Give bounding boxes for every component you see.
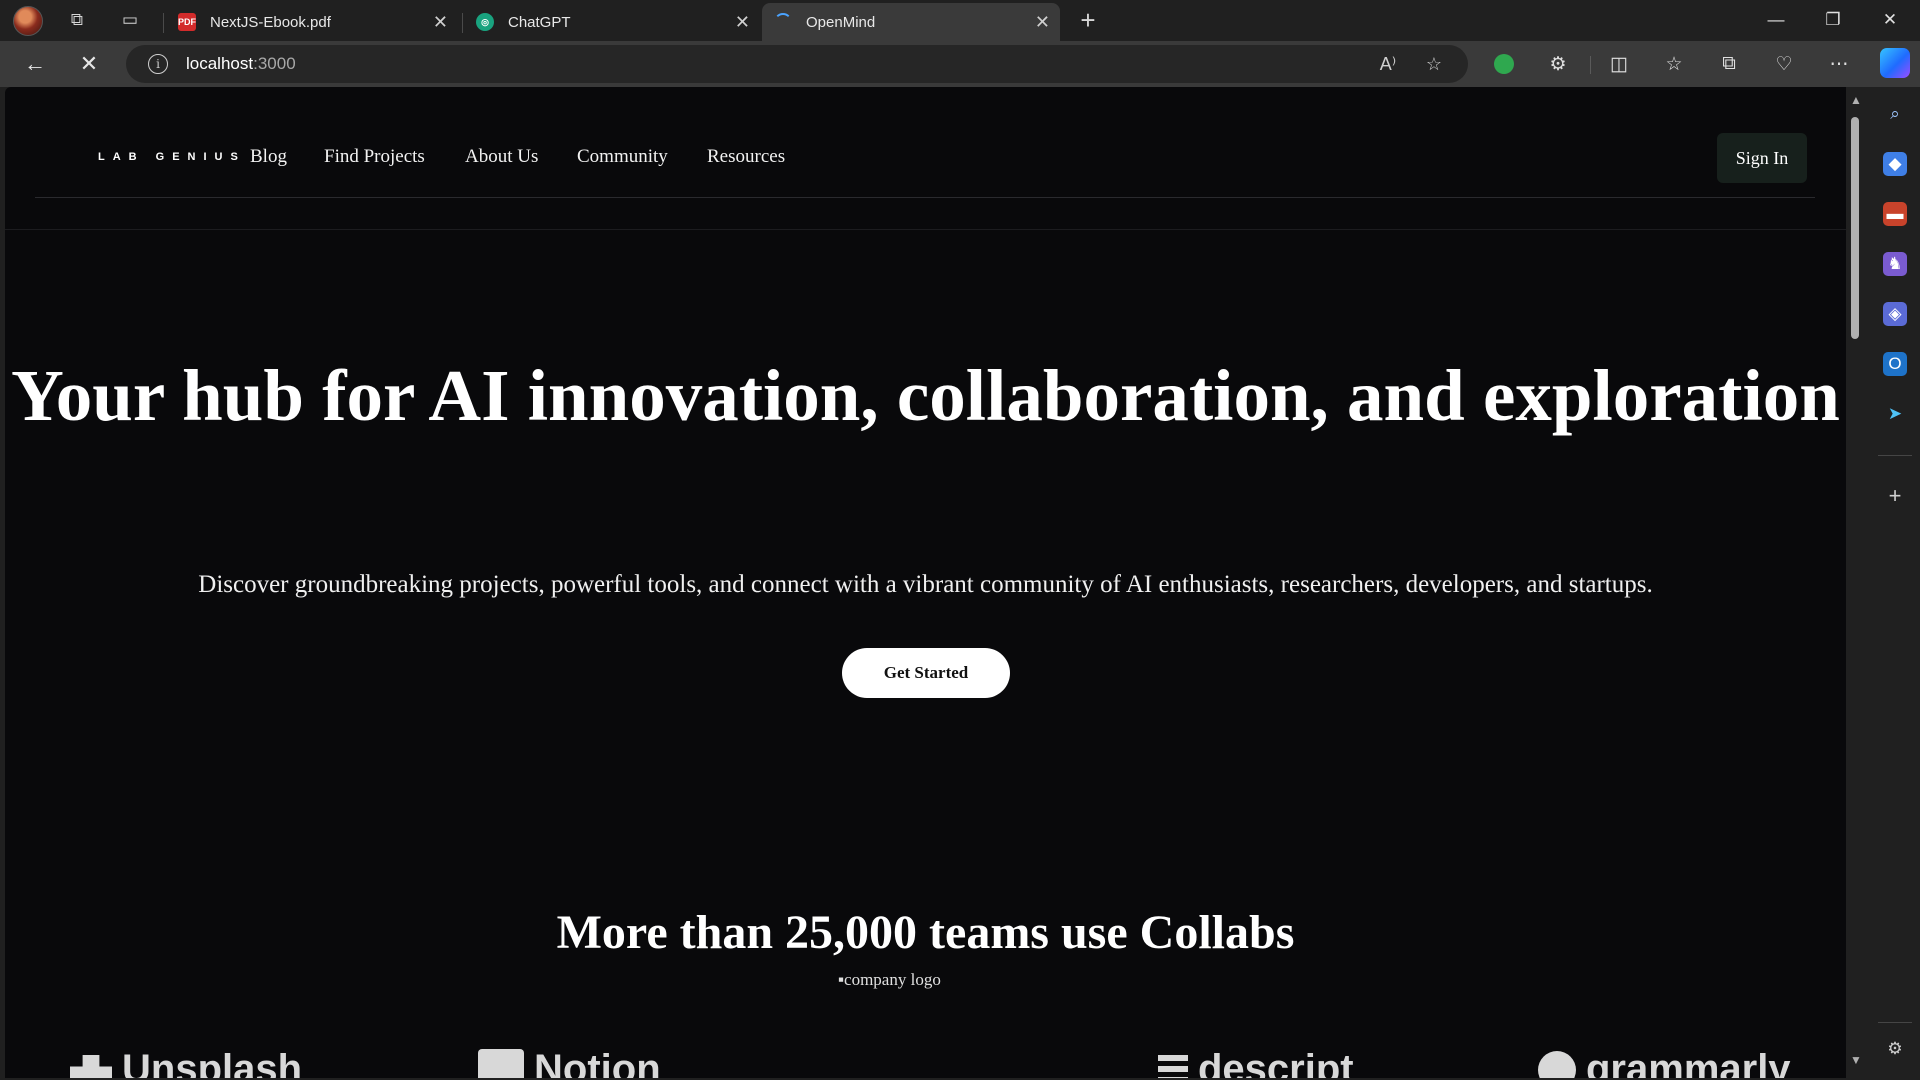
scroll-up-icon[interactable]: ▲ — [1850, 93, 1862, 107]
more-options-icon[interactable]: ⋯ — [1822, 49, 1856, 79]
get-started-button[interactable]: Get Started — [842, 648, 1010, 698]
outlook-icon[interactable]: O — [1883, 352, 1907, 376]
nav-link-find-projects[interactable]: Find Projects — [324, 146, 425, 168]
pdf-icon: PDF — [178, 13, 196, 31]
tab-separator — [462, 13, 463, 33]
notion-logo: Notion — [478, 1047, 661, 1078]
hero-title: Your hub for AI innovation, collaboratio… — [11, 355, 1840, 436]
browser-essentials-icon[interactable]: ♡ — [1767, 49, 1801, 79]
chatgpt-icon: ◎ — [476, 13, 494, 31]
site-header: LAB GENIUS Blog Find Projects About Us C… — [35, 87, 1815, 198]
broken-company-logo-image: ▪company logo — [838, 970, 941, 989]
profile-avatar[interactable] — [13, 6, 43, 36]
vertical-tabs-icon[interactable]: ▭ — [115, 6, 145, 34]
nav-link-community[interactable]: Community — [577, 146, 668, 168]
close-tab-icon[interactable]: ✕ — [433, 12, 448, 33]
company-logo-strip: Unsplash Notion descript grammarly — [5, 1047, 1846, 1078]
extension-badge-icon[interactable] — [1487, 49, 1521, 79]
tab-title: NextJS-Ebook.pdf — [210, 13, 331, 31]
tab-nextjs-ebook[interactable]: PDF NextJS-Ebook.pdf ✕ — [166, 3, 458, 41]
grammarly-logo: grammarly — [1538, 1047, 1791, 1078]
tab-title: OpenMind — [806, 13, 876, 31]
close-window-icon[interactable]: ✕ — [1862, 0, 1918, 40]
unsplash-logo: Unsplash — [70, 1047, 302, 1078]
close-tab-icon[interactable]: ✕ — [735, 12, 750, 33]
tab-title: ChatGPT — [508, 13, 571, 31]
browser-toolbar: ← ✕ i localhost:3000 A⁾ ☆ ⚙ ◫ ☆ ⧉ ♡ ⋯ — [0, 41, 1920, 87]
notion-mark-icon — [478, 1048, 524, 1078]
tab-chatgpt[interactable]: ◎ ChatGPT ✕ — [464, 3, 760, 41]
toolbar-separator — [1590, 56, 1591, 74]
web-page: LAB GENIUS Blog Find Projects About Us C… — [5, 87, 1846, 1078]
tools-briefcase-icon[interactable]: ▬ — [1883, 202, 1907, 226]
collections-icon[interactable]: ⧉ — [1712, 49, 1746, 79]
sign-in-button[interactable]: Sign In — [1717, 133, 1807, 183]
sidebar-separator — [1878, 1022, 1912, 1023]
games-chess-icon[interactable]: ♞ — [1883, 252, 1907, 276]
unsplash-mark-icon — [70, 1054, 112, 1078]
site-info-icon[interactable]: i — [148, 54, 168, 74]
lab-genius-logo[interactable]: LAB GENIUS — [98, 151, 246, 163]
descript-logo: descript — [1158, 1047, 1354, 1078]
search-icon[interactable]: ⌕ — [1883, 102, 1907, 126]
grammarly-mark-icon — [1538, 1050, 1576, 1078]
tab-separator — [163, 13, 164, 33]
split-screen-icon[interactable]: ◫ — [1602, 49, 1636, 79]
nav-link-blog[interactable]: Blog — [250, 146, 287, 168]
add-sidebar-app-icon[interactable]: + — [1883, 483, 1907, 508]
close-tab-icon[interactable]: ✕ — [1035, 12, 1050, 33]
nav-link-resources[interactable]: Resources — [707, 146, 785, 168]
scroll-down-icon[interactable]: ▼ — [1850, 1053, 1862, 1067]
restore-icon[interactable]: ❐ — [1805, 0, 1861, 40]
page-scrollbar[interactable]: ▲ ▼ — [1846, 87, 1866, 1080]
new-tab-icon[interactable]: + — [1073, 5, 1103, 35]
teams-heading: More than 25,000 teams use Collabs — [556, 906, 1295, 959]
favorite-star-icon[interactable]: ☆ — [1420, 53, 1448, 75]
nav-link-about-us[interactable]: About Us — [465, 146, 538, 168]
hero-subtitle: Discover groundbreaking projects, powerf… — [198, 571, 1653, 598]
url-text[interactable]: localhost:3000 — [186, 54, 296, 74]
sidebar-settings-gear-icon[interactable]: ⚙ — [1883, 1037, 1907, 1061]
read-aloud-icon[interactable]: A⁾ — [1374, 53, 1402, 75]
extensions-icon[interactable]: ⚙ — [1541, 49, 1575, 79]
browser-tab-bar: ⧉ ▭ PDF NextJS-Ebook.pdf ✕ ◎ ChatGPT ✕ O… — [0, 0, 1920, 41]
header-divider — [5, 229, 1846, 230]
edge-sidebar: ⌕ ◆ ▬ ♞ ◈ O ➤ + ⚙ — [1870, 87, 1920, 1080]
minimize-icon[interactable]: — — [1748, 0, 1804, 40]
loading-icon — [774, 13, 792, 31]
copilot-icon[interactable] — [1880, 48, 1910, 78]
favorites-icon[interactable]: ☆ — [1657, 49, 1691, 79]
drop-send-icon[interactable]: ➤ — [1883, 402, 1907, 426]
descript-mark-icon — [1158, 1054, 1188, 1078]
shopping-tag-icon[interactable]: ◆ — [1883, 152, 1907, 176]
address-bar[interactable]: i localhost:3000 A⁾ ☆ — [126, 45, 1468, 83]
tab-openmind[interactable]: OpenMind ✕ — [762, 3, 1060, 41]
sidebar-separator — [1878, 455, 1912, 456]
stop-loading-icon[interactable]: ✕ — [72, 49, 106, 79]
scroll-thumb[interactable] — [1851, 117, 1859, 339]
workspaces-icon[interactable]: ⧉ — [62, 6, 92, 34]
microsoft-365-icon[interactable]: ◈ — [1883, 302, 1907, 326]
back-icon[interactable]: ← — [18, 49, 52, 79]
